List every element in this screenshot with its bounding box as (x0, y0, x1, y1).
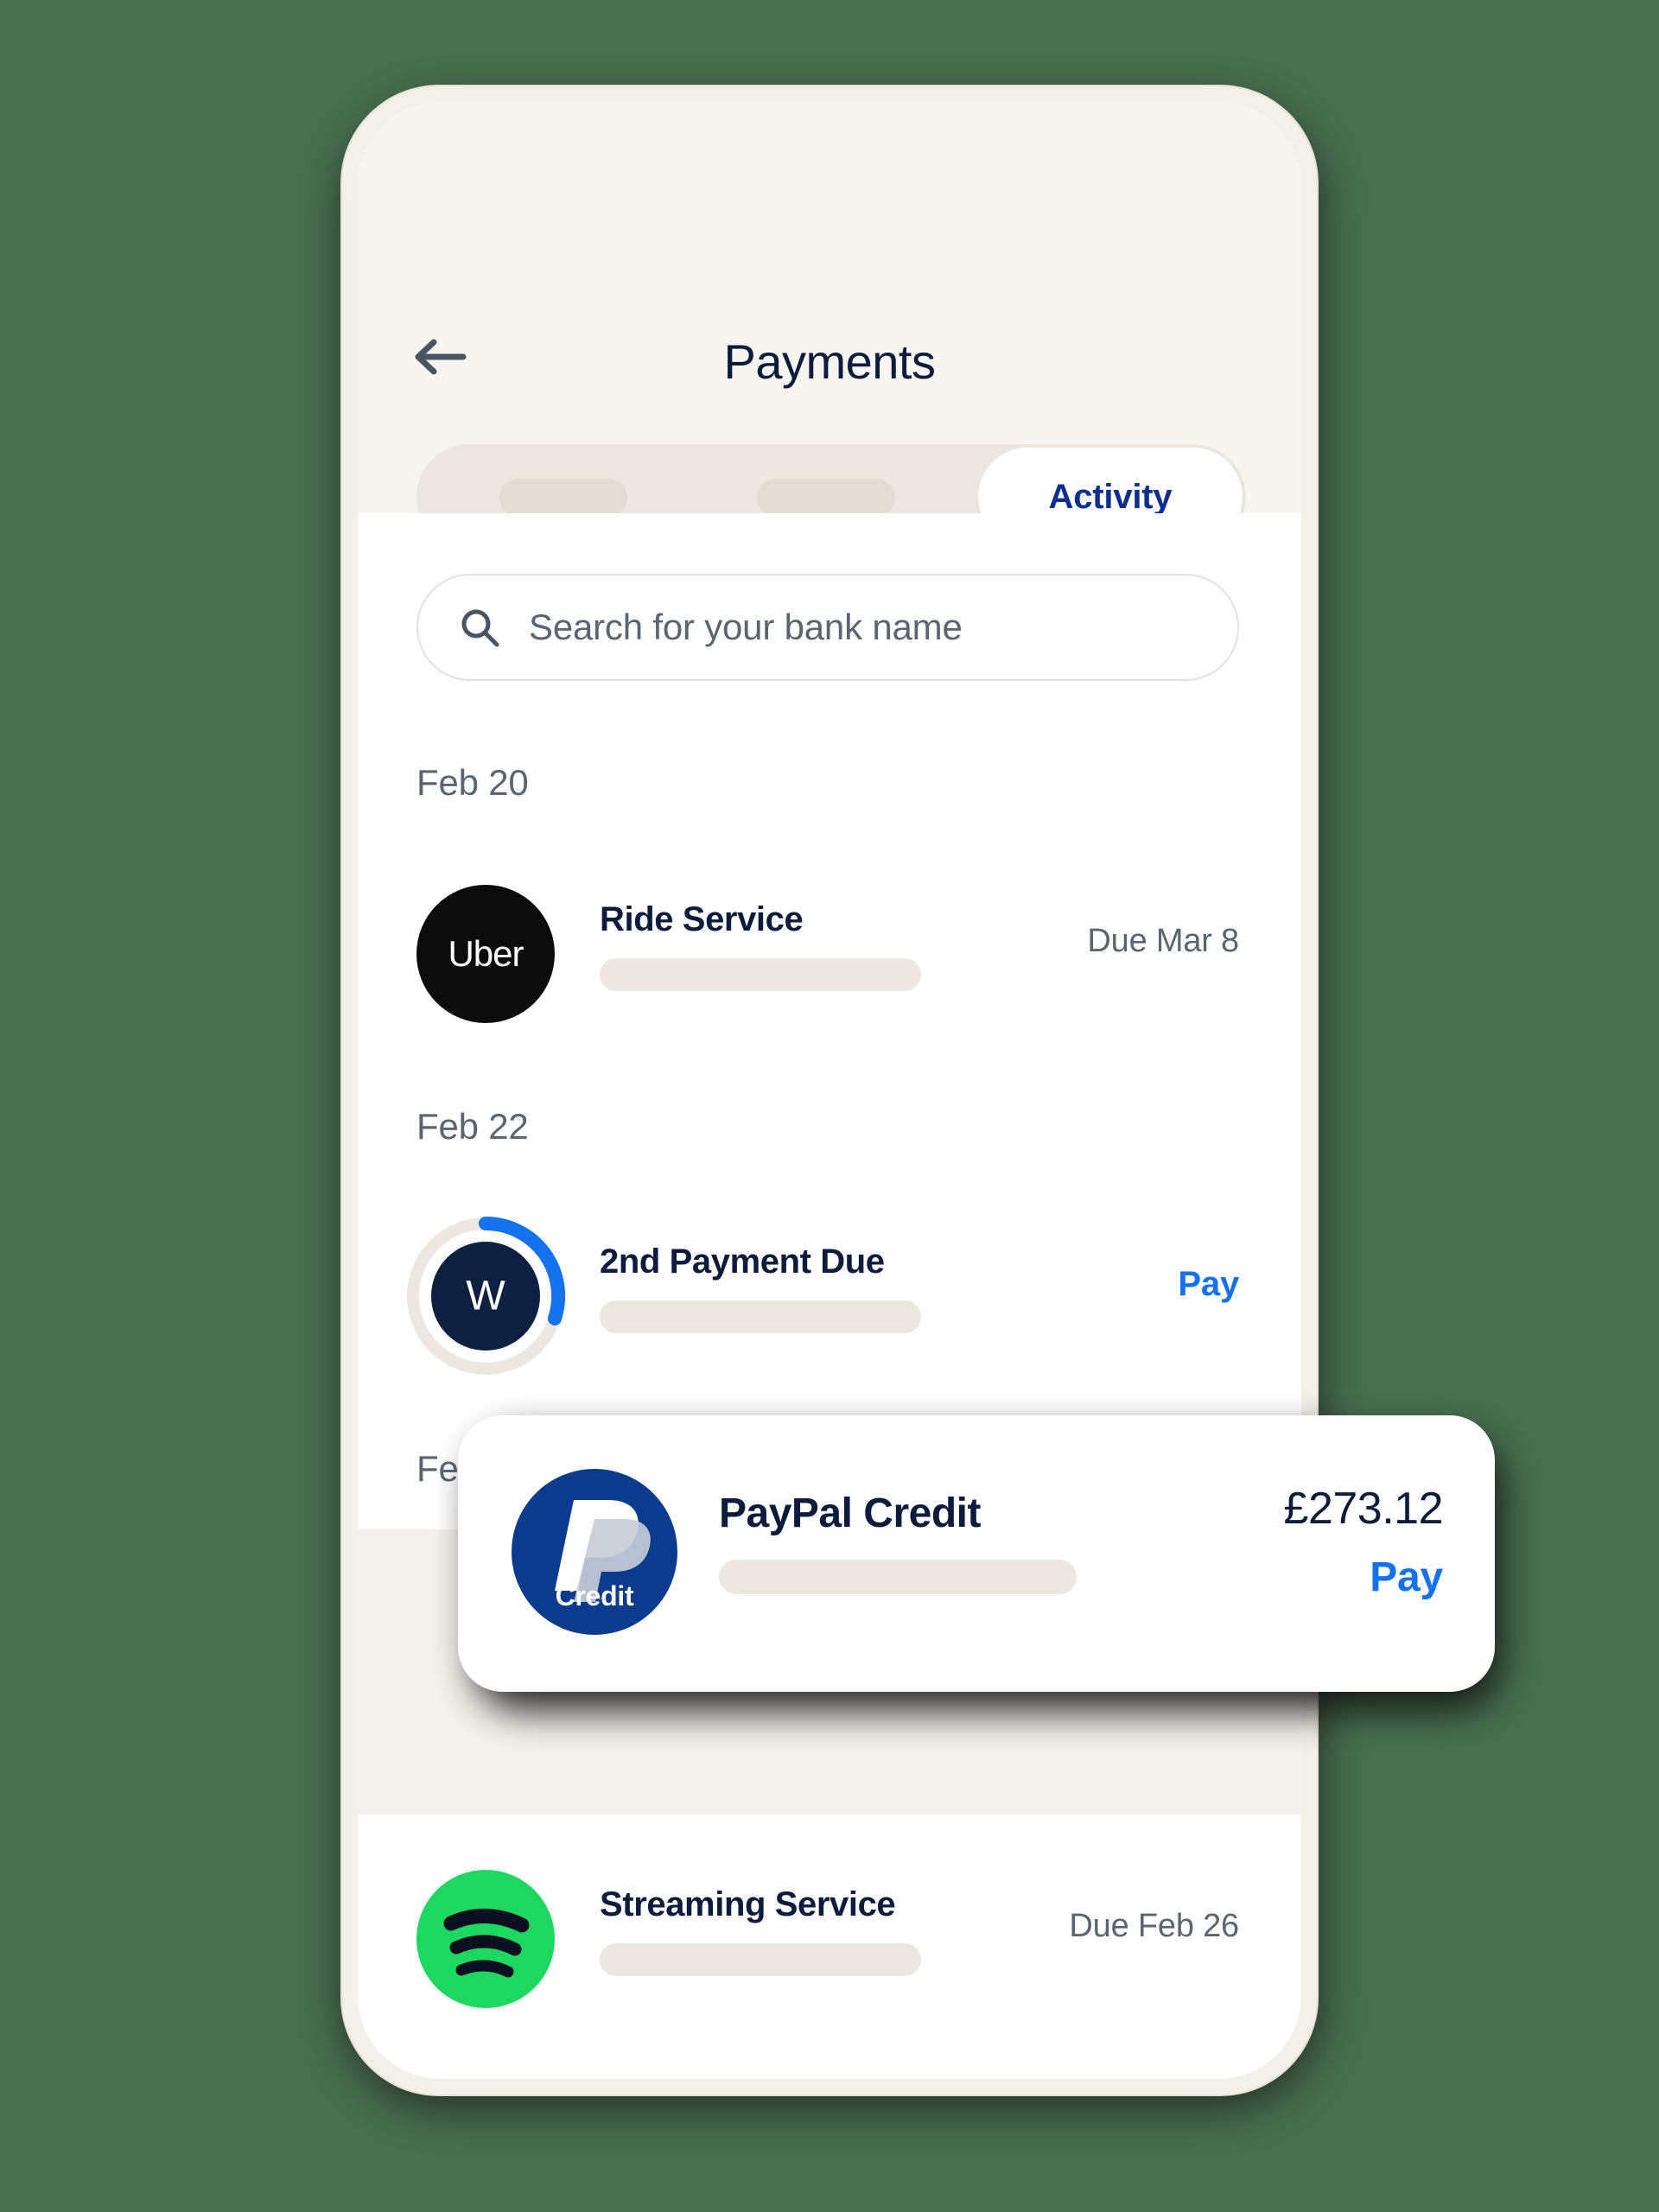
paypal-pay-button[interactable]: Pay (1284, 1554, 1443, 1601)
row-content: 2nd Payment Due (600, 1243, 1014, 1333)
page-title: Payments (723, 334, 937, 389)
tab-placeholder-2[interactable] (757, 479, 895, 517)
row-subtitle-placeholder (600, 958, 921, 991)
paypal-card-title: PayPal Credit (719, 1491, 981, 1536)
row-title: 2nd Payment Due (600, 1243, 885, 1281)
row-action: Pay (1178, 1265, 1239, 1304)
paypal-credit-logo: Credit (512, 1469, 677, 1635)
table-row[interactable]: Uber Ride Service Due Mar 8 (416, 885, 1239, 1023)
paypal-credit-sublabel: Credit (555, 1580, 634, 1611)
content-area: Search for your bank name Feb 20 Uber Ri… (358, 513, 1301, 2079)
row-title: Ride Service (600, 900, 804, 938)
phone-screen: Payments Activity Search for your bank n… (358, 102, 1301, 2079)
row-title: Streaming Service (600, 1885, 896, 1923)
search-input[interactable]: Search for your bank name (416, 574, 1239, 681)
phone-frame: Payments Activity Search for your bank n… (342, 86, 1317, 2094)
progress-ring-icon: W (407, 1216, 566, 1375)
paypal-credit-card[interactable]: Credit PayPal Credit £273.12 Pay (458, 1415, 1495, 1692)
w-avatar-progress-ring: W (403, 1213, 569, 1379)
tab-placeholder-1[interactable] (499, 479, 627, 517)
app-header: Payments Activity (358, 102, 1301, 550)
spotify-waves-icon (443, 1909, 530, 1978)
pay-button[interactable]: Pay (1178, 1265, 1239, 1304)
row-content: Streaming Service (600, 1885, 1014, 1976)
paypal-card-right: £273.12 Pay (1283, 1483, 1444, 1601)
row-status: Due Feb 26 (1069, 1908, 1239, 1945)
due-date-label: Due Mar 8 (1087, 923, 1239, 959)
paypal-card-subtitle-placeholder (719, 1560, 1077, 1594)
row-status: Due Mar 8 (1087, 923, 1239, 960)
date-header-feb-22: Feb 22 (416, 1106, 529, 1147)
row-subtitle-placeholder (600, 1300, 921, 1333)
search-icon (461, 609, 499, 647)
date-header-feb-20: Feb 20 (416, 762, 529, 803)
due-date-label: Due Feb 26 (1069, 1908, 1239, 1944)
row-content: Ride Service (600, 900, 1014, 991)
w-avatar-letter: W (466, 1274, 505, 1319)
uber-logo: Uber (416, 885, 555, 1023)
search-placeholder: Search for your bank name (529, 607, 963, 647)
tab-activity-label: Activity (1048, 477, 1173, 516)
spotify-logo (416, 1870, 555, 2008)
paypal-card-amount: £273.12 (1283, 1484, 1444, 1534)
uber-logo-text: Uber (448, 933, 524, 974)
table-row[interactable]: W 2nd Payment Due Pay (407, 1216, 1239, 1375)
paypal-card-content: PayPal Credit (719, 1490, 1077, 1594)
table-row[interactable]: Streaming Service Due Feb 26 (416, 1870, 1239, 2008)
row-subtitle-placeholder (600, 1943, 921, 1976)
